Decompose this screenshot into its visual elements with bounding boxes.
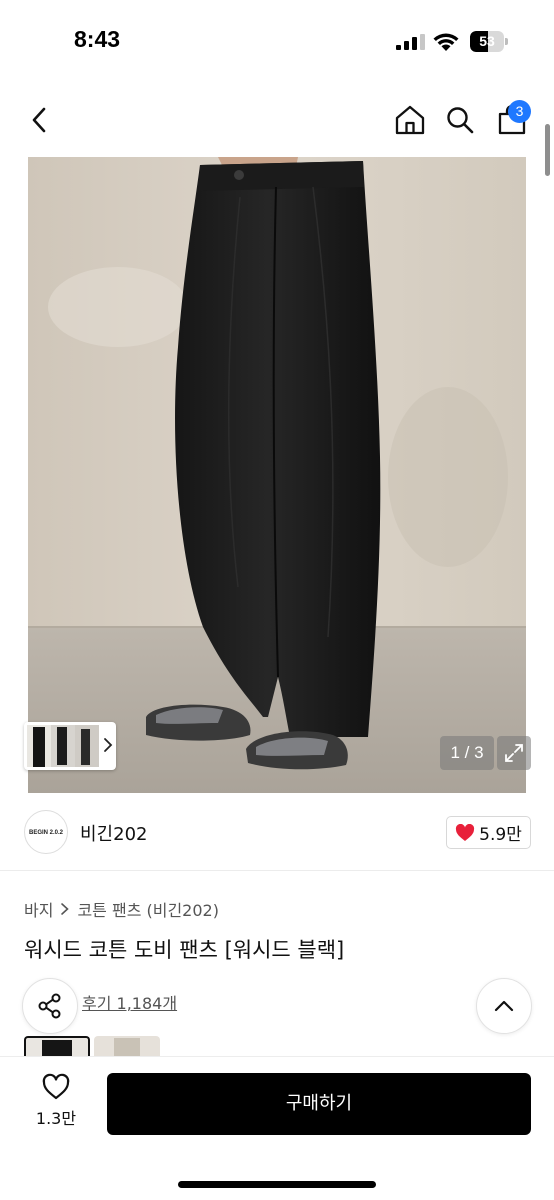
home-button[interactable] (390, 100, 430, 140)
chevron-up-icon (494, 1000, 514, 1012)
product-title: 워시드 코튼 도비 팬츠 [워시드 블랙] (24, 938, 345, 962)
breadcrumb-category[interactable]: 바지 (24, 897, 53, 921)
expand-icon (505, 744, 523, 762)
share-button[interactable] (22, 978, 78, 1034)
chevron-right-icon (104, 738, 113, 752)
back-chevron-icon (32, 107, 46, 133)
color-option-image (42, 1040, 72, 1056)
divider (0, 870, 554, 871)
favorite-count: 1.3만 (35, 1109, 77, 1128)
home-icon (395, 105, 425, 135)
brand-like-count: 5.9만 (479, 825, 522, 845)
breadcrumb-subcategory[interactable]: 코튼 팬츠 (비긴202) (77, 897, 219, 921)
color-option-2[interactable] (94, 1036, 160, 1056)
scrollbar[interactable] (545, 124, 550, 176)
chevron-right-icon (61, 903, 70, 915)
product-photo (28, 157, 526, 793)
review-count-link[interactable]: 후기 1,184개 (82, 990, 177, 1014)
status-bar: 8:43 53 (0, 0, 554, 84)
color-option-image (114, 1038, 140, 1056)
search-icon (447, 107, 474, 134)
scroll-to-top-button[interactable] (476, 978, 532, 1034)
cart-count-badge: 3 (508, 100, 531, 123)
breadcrumb: 바지 코튼 팬츠 (비긴202) (24, 897, 219, 921)
back-button[interactable] (20, 100, 60, 140)
home-indicator (178, 1181, 376, 1188)
share-icon (38, 993, 61, 1019)
top-navigation (0, 92, 554, 150)
search-button[interactable] (440, 100, 480, 140)
battery-icon: 53 (470, 31, 508, 52)
brand-like-button[interactable]: 5.9만 (446, 816, 531, 849)
thumbnail-strip[interactable] (24, 722, 116, 770)
brand-name[interactable]: 비긴202 (80, 820, 147, 846)
brand-logo[interactable]: BEGIN 2.0.2 (24, 810, 68, 854)
favorite-button[interactable]: 1.3만 (24, 1073, 88, 1137)
brand-row: BEGIN 2.0.2 비긴202 5.9만 (0, 806, 554, 858)
product-main-image[interactable] (28, 157, 526, 793)
thumbnail-images (27, 725, 99, 767)
buy-button[interactable]: 구매하기 (107, 1073, 531, 1135)
heart-filled-icon (456, 823, 475, 841)
image-counter: 1 / 3 (440, 736, 494, 770)
status-time: 8:43 (74, 26, 121, 52)
wifi-icon (433, 33, 459, 51)
heart-outline-icon (42, 1073, 70, 1100)
battery-percent: 53 (479, 33, 495, 49)
color-option-black[interactable] (24, 1036, 90, 1056)
expand-image-button[interactable] (497, 736, 531, 770)
cellular-signal-icon (396, 34, 425, 50)
